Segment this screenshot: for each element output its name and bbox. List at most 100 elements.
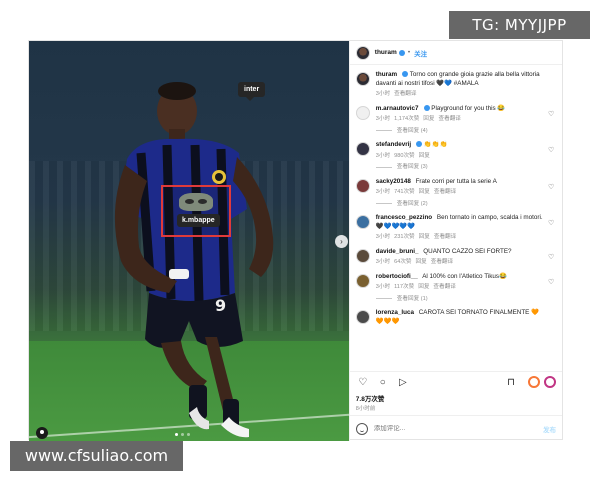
like-icon[interactable]: ♡ [356,376,370,390]
comment-like-icon[interactable]: ♡ [548,220,555,227]
comment-username[interactable]: m.arnautovic7 [376,105,419,112]
follow-button[interactable]: 关注 [414,48,427,58]
translate-link[interactable]: 查看翻译 [433,284,455,290]
tag-inter[interactable]: inter [238,82,266,101]
comment-username[interactable]: francesco_pezzino [376,214,432,221]
carousel-dot [181,433,184,436]
reply-button[interactable]: 回复 [418,284,429,290]
avatar[interactable] [355,248,370,263]
avatar[interactable] [355,310,370,324]
tag-mbappe[interactable]: k.mbappe [177,214,220,227]
comment-input[interactable] [373,425,543,432]
comment-time: 3小时 [375,234,391,240]
reaction-icon[interactable] [528,375,540,388]
player-figure: 9 [114,82,274,438]
post-sidebar: thuram • 关注 thuram Torno con grande gioi… [348,41,562,441]
caption-text: Torno con grande gioia grazie alla bella… [375,71,540,87]
comment-like-icon[interactable]: ♡ [548,147,555,154]
view-replies-button[interactable]: 查看回复 (1) [376,295,546,304]
comment-time: 3小时 [375,189,391,195]
comment-text: Frate corri per tutta la serie A [415,177,497,185]
translate-link[interactable]: 查看翻译 [434,234,456,240]
caption-time: 3小时 [375,91,391,97]
comment-like-icon[interactable]: ♡ [548,254,555,261]
caption: thuram Torno con grande gioia grazie all… [355,71,556,99]
tg-watermark: TG: MYYJJPP [449,11,590,39]
comment-like-icon[interactable]: ♡ [548,111,555,118]
comment-item: francesco_pezzino Ben tornato in campo, … [355,214,556,242]
verified-badge-icon [416,141,423,148]
comment-item: davide_bruni_ QUANTO CAZZO SEI FORTE? 3小… [355,247,556,267]
post-header: thuram • 关注 [349,41,562,65]
carousel-dot [175,433,178,436]
avatar[interactable] [355,178,370,193]
verified-badge-icon [398,49,405,56]
translate-link[interactable]: 查看翻译 [439,116,461,122]
comment-item: lorenza_luca CAROTA SEI TORNATO FINALMEN… [355,309,556,326]
reply-button[interactable]: 回复 [423,116,434,122]
avatar[interactable] [355,142,370,156]
post-time: 8小时前 [355,406,376,412]
likes-count[interactable]: 7.8万次赞 [350,393,562,403]
post-media[interactable]: 9 inter k.mbappe › [29,41,349,441]
mbappe-face-icon [179,193,213,211]
comment-icon[interactable]: ○ [376,376,390,390]
verified-badge-icon [423,104,430,111]
comment-likes[interactable]: 980次赞 [394,153,415,159]
comment-likes[interactable]: 231次赞 [394,234,415,240]
post-comment-button[interactable]: 发布 [543,424,556,434]
comment-likes[interactable]: 64次赞 [394,259,411,265]
translate-link[interactable]: 查看翻译 [434,189,456,195]
carousel-dots [175,433,190,436]
comment-time: 3小时 [375,284,391,290]
reply-button[interactable]: 回复 [416,259,427,265]
comment-username[interactable]: lorenza_luca [376,309,414,316]
comment-like-icon[interactable]: ♡ [548,184,555,191]
comment-text: 👏👏👏 [423,141,448,148]
jersey-number: 9 [215,296,226,315]
highlight-box-mbappe: k.mbappe [161,185,231,237]
comment-likes[interactable]: 1,174次赞 [394,116,419,122]
comment-item: stefandevrij 👏👏👏 3小时 980次赞 回复 查看回复 (3) ♡ [355,141,556,172]
emoji-icon[interactable] [355,422,368,435]
comment-item: sacky20148 Frate corri per tutta la seri… [355,177,556,209]
next-image-button[interactable]: › [335,235,348,248]
caption-username[interactable]: thuram [376,71,397,78]
comment-username[interactable]: stefandevrij [376,141,411,148]
comment-like-icon[interactable]: ♡ [548,279,555,286]
comment-likes[interactable]: 741次赞 [394,189,415,195]
comment-username[interactable]: robertociofi__ [376,273,418,280]
separator: • [407,49,411,56]
avatar[interactable] [355,72,370,86]
header-username[interactable]: thuram [375,49,397,56]
comment-item: robertociofi__ Al 100% con l'Atletico Ti… [355,273,556,304]
comment-username[interactable]: davide_bruni_ [376,248,419,255]
comment-time: 3小时 [375,152,391,159]
comments-list: thuram Torno con grande gioia grazie all… [350,65,562,371]
add-comment-bar: 发布 [349,415,562,441]
avatar[interactable] [355,215,370,229]
reply-button[interactable]: 回复 [419,234,430,240]
user-tags-icon[interactable] [36,427,48,439]
view-replies-button[interactable]: 查看回复 (4) [376,127,546,136]
verified-badge-icon [402,71,409,78]
save-icon[interactable]: ⊓ [504,376,518,390]
share-icon[interactable]: ▷ [396,376,410,390]
view-replies-button[interactable]: 查看回复 (2) [376,200,546,209]
avatar[interactable] [355,45,370,60]
comment-likes[interactable]: 117次赞 [394,284,414,290]
view-replies-button[interactable]: 查看回复 (3) [376,163,546,172]
comment-time: 3小时 [375,116,391,122]
comment-username[interactable]: sacky20148 [376,178,411,185]
avatar[interactable] [355,273,370,288]
reply-button[interactable]: 回复 [419,153,430,159]
avatar[interactable] [355,105,370,120]
translate-link[interactable]: 查看翻译 [394,91,416,97]
translate-link[interactable]: 查看翻译 [431,259,453,265]
comment-item: m.arnautovic7 Playground for you this 😂 … [355,104,556,136]
site-watermark: www.cfsuliao.com [10,441,183,471]
reaction-icon[interactable] [544,375,556,388]
carousel-dot [187,433,190,436]
reply-button[interactable]: 回复 [419,189,430,195]
comment-text: QUANTO CAZZO SEI FORTE? [423,247,512,255]
